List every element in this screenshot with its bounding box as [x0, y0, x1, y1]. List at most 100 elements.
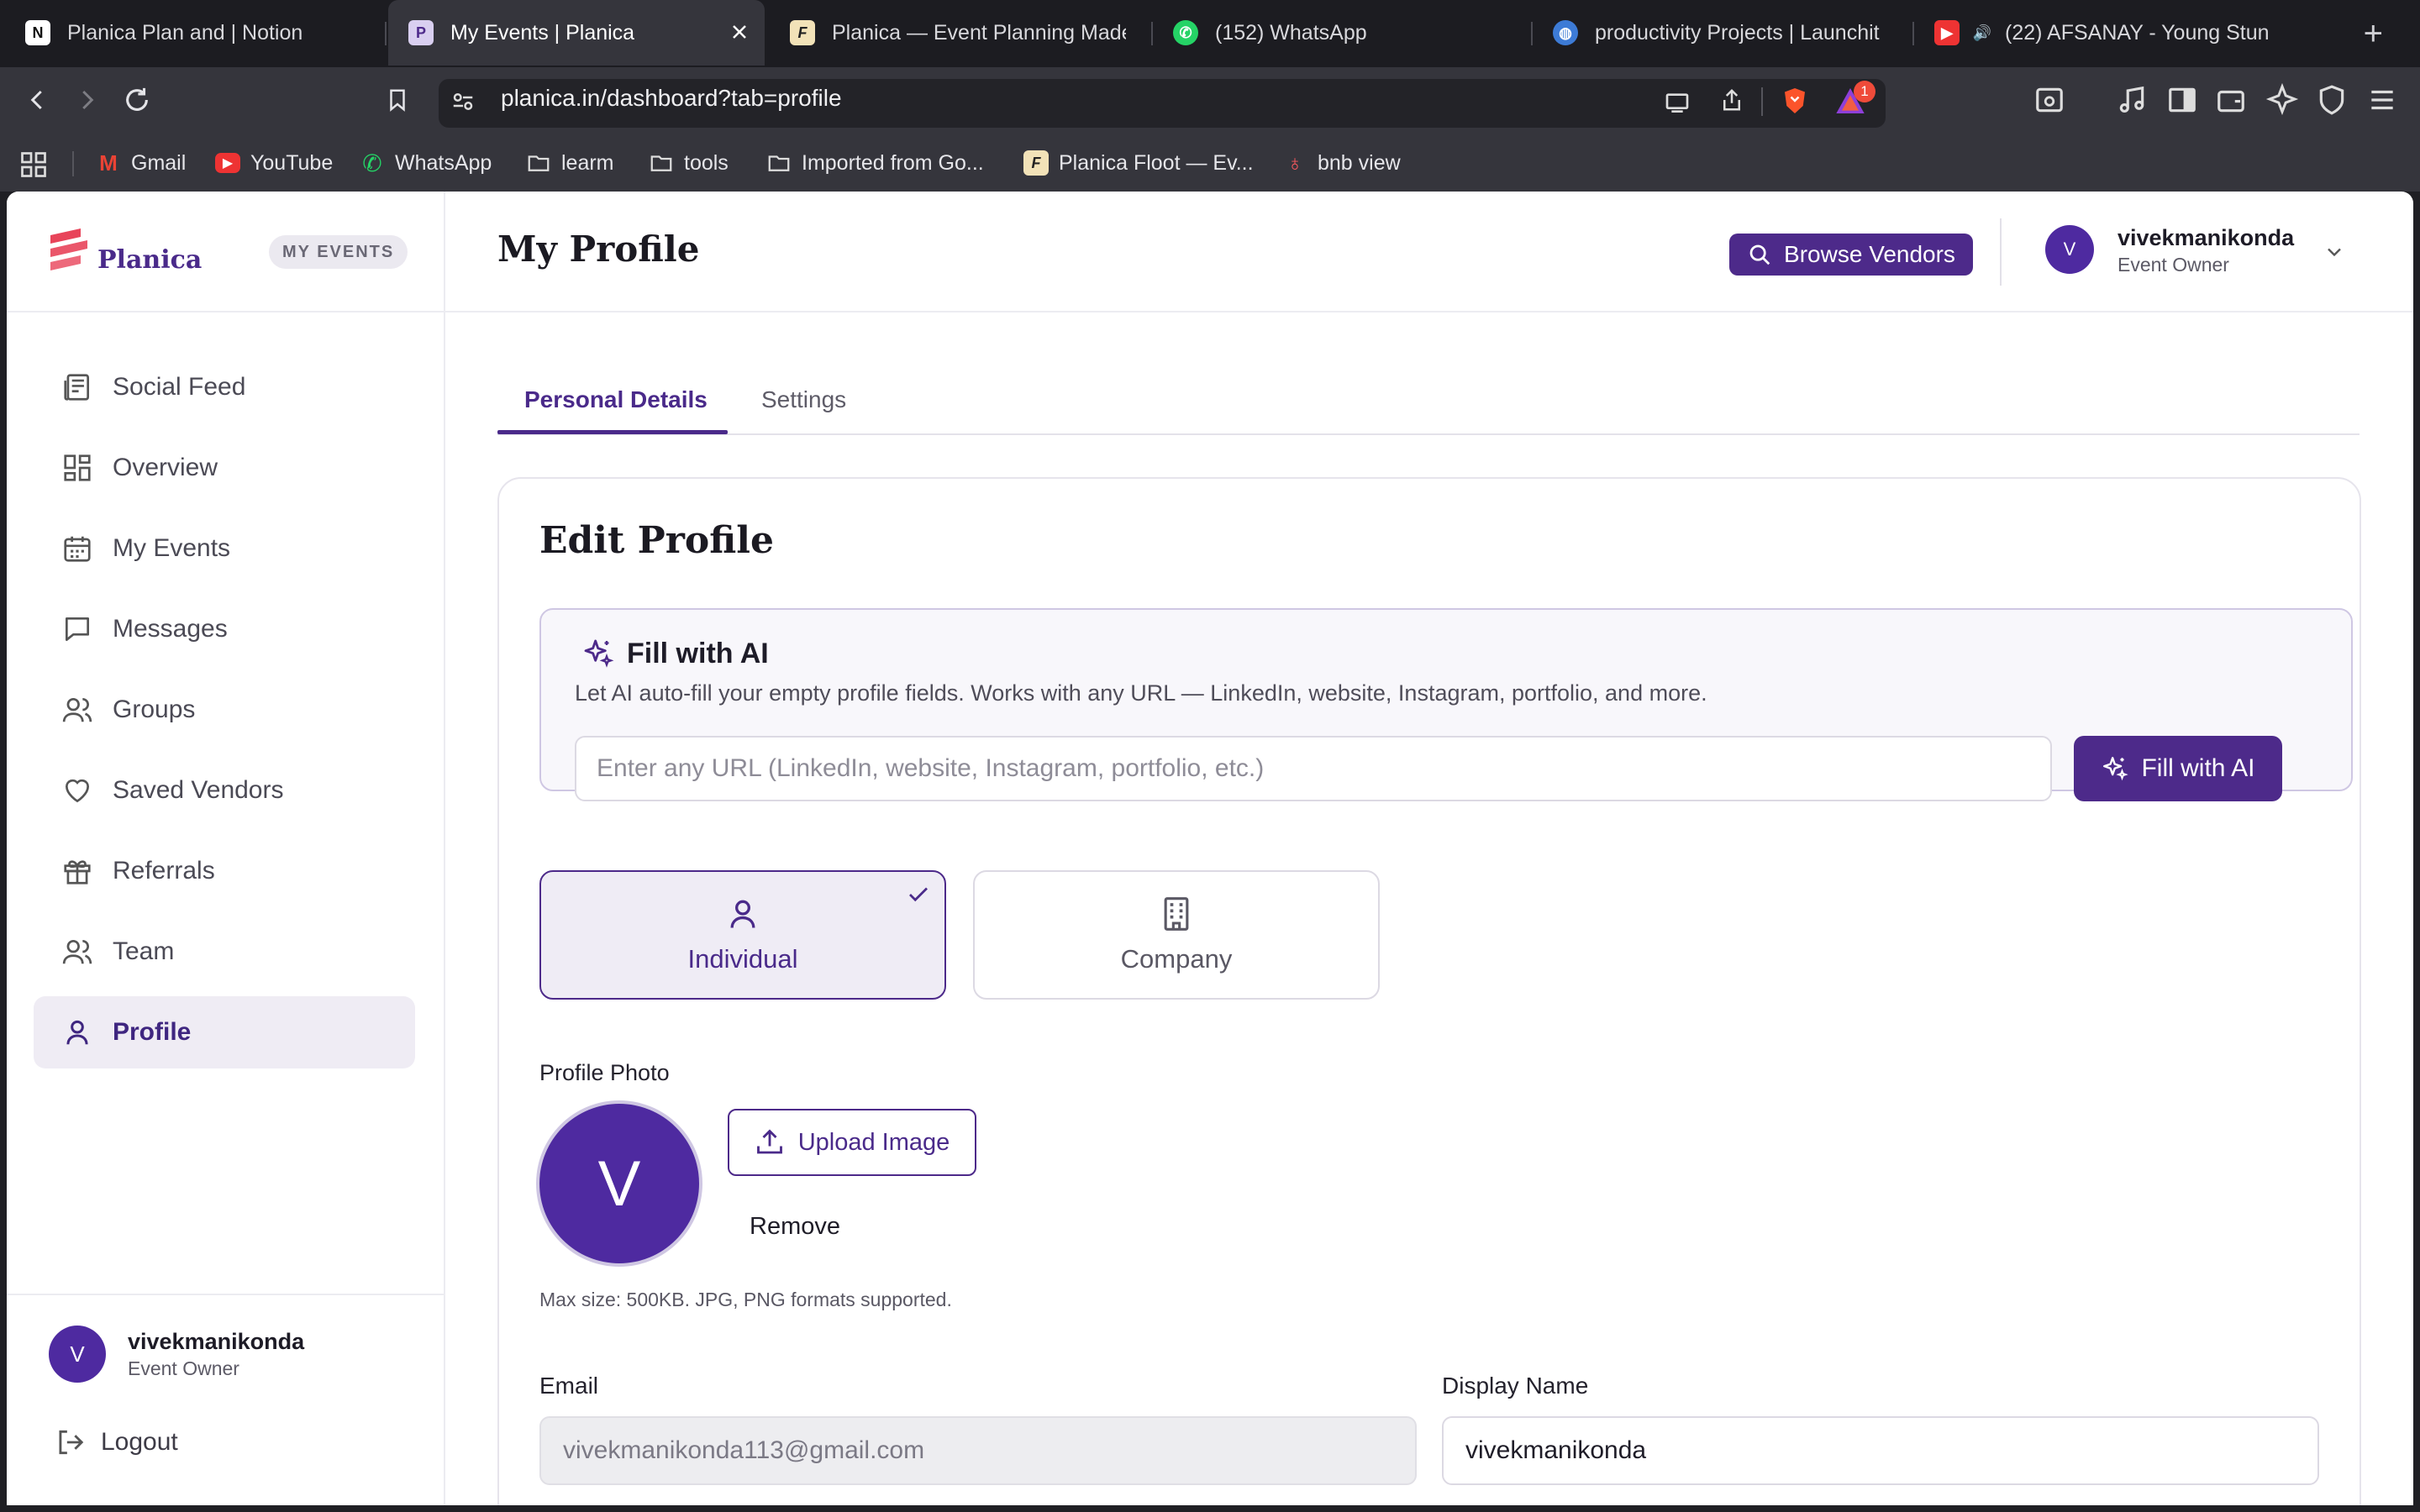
bookmark-gmail[interactable]: M Gmail: [96, 148, 186, 178]
display-name-label: Display Name: [1442, 1373, 1589, 1399]
cast-icon[interactable]: [1662, 89, 1692, 116]
brand-logo[interactable]: Planica: [47, 227, 202, 277]
brand-name: Planica: [97, 244, 203, 275]
tab-settings[interactable]: Settings: [761, 386, 846, 413]
page-title: My Profile: [497, 228, 700, 270]
header-user-avatar[interactable]: V: [2045, 225, 2094, 274]
sidebar-item-team[interactable]: Team: [34, 916, 415, 988]
bookmark-button[interactable]: [380, 82, 415, 118]
sidebar-item-groups[interactable]: Groups: [34, 674, 415, 746]
airbnb-icon: ♁: [1286, 150, 1303, 176]
folder-icon: [528, 155, 550, 171]
reload-button[interactable]: [119, 82, 155, 118]
leo-ai-icon[interactable]: [2265, 82, 2299, 116]
browser-tab-my-events[interactable]: P My Events | Planica: [388, 0, 765, 66]
app-page: Planica MY EVENTS Social Feed Overview M…: [7, 192, 2413, 1505]
sidebar-item-overview[interactable]: Overview: [34, 432, 415, 504]
apps-grid-icon[interactable]: [18, 150, 49, 180]
bookmark-folder-learm[interactable]: learm: [526, 148, 614, 178]
tab-separator: [1151, 22, 1153, 45]
forward-button[interactable]: [69, 82, 104, 118]
bookmark-youtube[interactable]: ▶ YouTube: [215, 148, 333, 178]
sparkles-icon: [584, 639, 614, 668]
sidebar-user-avatar[interactable]: V: [49, 1326, 106, 1383]
speaker-icon[interactable]: 🔊: [1970, 20, 1995, 45]
whatsapp-icon: ✆: [362, 150, 382, 176]
user-icon: [730, 900, 755, 928]
calendar-icon: [59, 530, 96, 567]
tabs-baseline: [497, 433, 2360, 435]
feed-icon: [59, 369, 96, 406]
tab-separator: [1912, 22, 1914, 45]
browse-vendors-button[interactable]: Browse Vendors: [1729, 234, 1973, 276]
display-name-field[interactable]: [1442, 1416, 2319, 1485]
users-icon: [59, 691, 96, 728]
ai-url-input[interactable]: [575, 736, 2052, 801]
account-type-individual[interactable]: Individual: [539, 870, 946, 1000]
search-icon: [1749, 244, 1770, 265]
sidebar-toggle-icon[interactable]: [2166, 84, 2198, 116]
fill-with-ai-button[interactable]: Fill with AI: [2074, 736, 2282, 801]
header-divider: [2000, 218, 2002, 286]
header-user-name[interactable]: vivekmanikonda: [2118, 225, 2294, 251]
menu-icon[interactable]: [2366, 84, 2398, 116]
active-tab-indicator: [497, 430, 728, 434]
building-icon: [1164, 897, 1189, 931]
back-button[interactable]: [20, 82, 55, 118]
upload-icon: [756, 1129, 782, 1154]
share-icon[interactable]: [1719, 86, 1744, 114]
youtube-icon: ▶: [1934, 20, 1960, 45]
sidebar-item-social-feed[interactable]: Social Feed: [34, 351, 415, 423]
upload-image-button[interactable]: Upload Image: [728, 1109, 976, 1176]
account-type-company[interactable]: Company: [973, 870, 1380, 1000]
folder-icon: [768, 155, 790, 171]
url-text[interactable]: planica.in/dashboard?tab=profile: [501, 85, 842, 112]
sidebar-item-profile[interactable]: Profile: [34, 996, 415, 1068]
sidebar-divider: [7, 311, 444, 312]
tab-separator: [1531, 22, 1533, 45]
brave-shield-icon[interactable]: [1780, 84, 1810, 118]
tab-separator: [385, 22, 387, 45]
edit-profile-title: Edit Profile: [539, 519, 774, 562]
header-user-role: Event Owner: [2118, 254, 2229, 276]
tab-personal-details[interactable]: Personal Details: [524, 386, 708, 413]
user-icon: [59, 1014, 96, 1051]
site-settings-icon[interactable]: [450, 89, 476, 114]
browser-tab-notion[interactable]: N Planica Plan and | Notion: [25, 0, 378, 66]
email-field: [539, 1416, 1417, 1485]
new-tab-button[interactable]: +: [2364, 15, 2383, 53]
browser-tab-launchit[interactable]: ◍ productivity Projects | Launchit: [1553, 0, 1906, 66]
sparkles-icon: [2103, 757, 2129, 781]
sidebar-footer-divider: [7, 1294, 444, 1295]
logout-button[interactable]: Logout: [54, 1426, 178, 1458]
browser-tab-youtube[interactable]: ▶ 🔊 (22) AFSANAY - Young Stun: [1934, 0, 2270, 66]
sidebar-item-referrals[interactable]: Referrals: [34, 835, 415, 907]
sidebar-item-my-events[interactable]: My Events: [34, 512, 415, 585]
bookmark-planica-floot[interactable]: F Planica Floot — Ev...: [1023, 148, 1254, 178]
sidebar-user-role: Event Owner: [128, 1357, 239, 1379]
sidebar-reader-icon[interactable]: [2033, 84, 2065, 116]
main-content: My Profile Browse Vendors V vivekmanikon…: [444, 192, 2413, 1505]
browser-tab-whatsapp[interactable]: ✆ (152) WhatsApp: [1173, 0, 1526, 66]
browser-tab-floot[interactable]: F Planica — Event Planning Made: [790, 0, 1126, 66]
sidebar: Planica MY EVENTS Social Feed Overview M…: [7, 192, 445, 1505]
wallet-icon[interactable]: [2215, 84, 2247, 116]
sidebar-item-messages[interactable]: Messages: [34, 593, 415, 665]
music-icon[interactable]: [2116, 84, 2148, 116]
bookmark-folder-tools[interactable]: tools: [649, 148, 729, 178]
chevron-down-icon[interactable]: [2323, 240, 2346, 264]
bookmark-whatsapp[interactable]: ✆ WhatsApp: [360, 148, 492, 178]
floot-icon: F: [790, 20, 815, 45]
remove-photo-button[interactable]: Remove: [750, 1213, 840, 1241]
bookmark-folder-imported[interactable]: Imported from Go...: [766, 148, 984, 178]
close-icon[interactable]: [729, 22, 750, 42]
vpn-shield-icon[interactable]: [2316, 84, 2348, 116]
bookmark-bnb-view[interactable]: ♁ bnb view: [1282, 148, 1400, 178]
heart-icon: [59, 772, 96, 809]
chevron-right-icon: [82, 90, 94, 110]
sidebar-item-saved-vendors[interactable]: Saved Vendors: [34, 754, 415, 827]
chevron-left-icon: [30, 90, 42, 110]
folder-icon: [650, 155, 672, 171]
message-icon: [59, 611, 96, 648]
bookmark-divider: [72, 151, 74, 176]
